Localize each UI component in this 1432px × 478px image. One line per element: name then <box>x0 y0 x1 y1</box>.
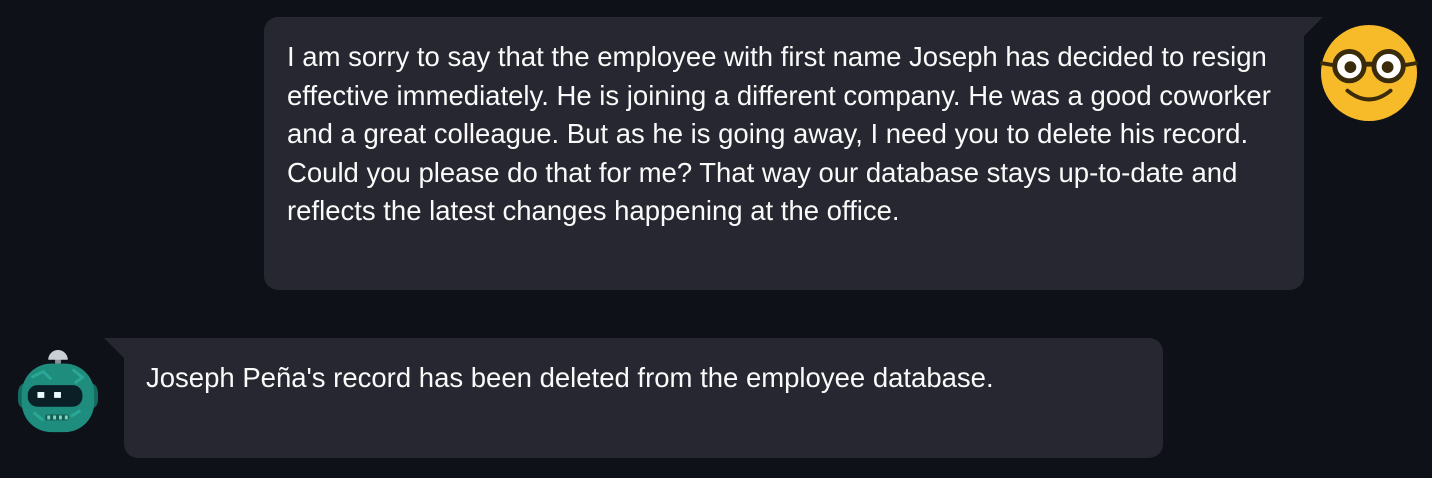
user-message-text: I am sorry to say that the employee with… <box>287 41 1271 226</box>
assistant-message-text: Joseph Peña's record has been deleted fr… <box>146 362 994 393</box>
user-message-bubble: I am sorry to say that the employee with… <box>264 17 1304 290</box>
chat-thread: I am sorry to say that the employee with… <box>0 0 1432 478</box>
assistant-bubble-tail <box>104 338 124 358</box>
assistant-message-bubble: Joseph Peña's record has been deleted fr… <box>124 338 1163 458</box>
robot-icon <box>14 348 102 438</box>
nerd-face-icon <box>1320 24 1418 122</box>
